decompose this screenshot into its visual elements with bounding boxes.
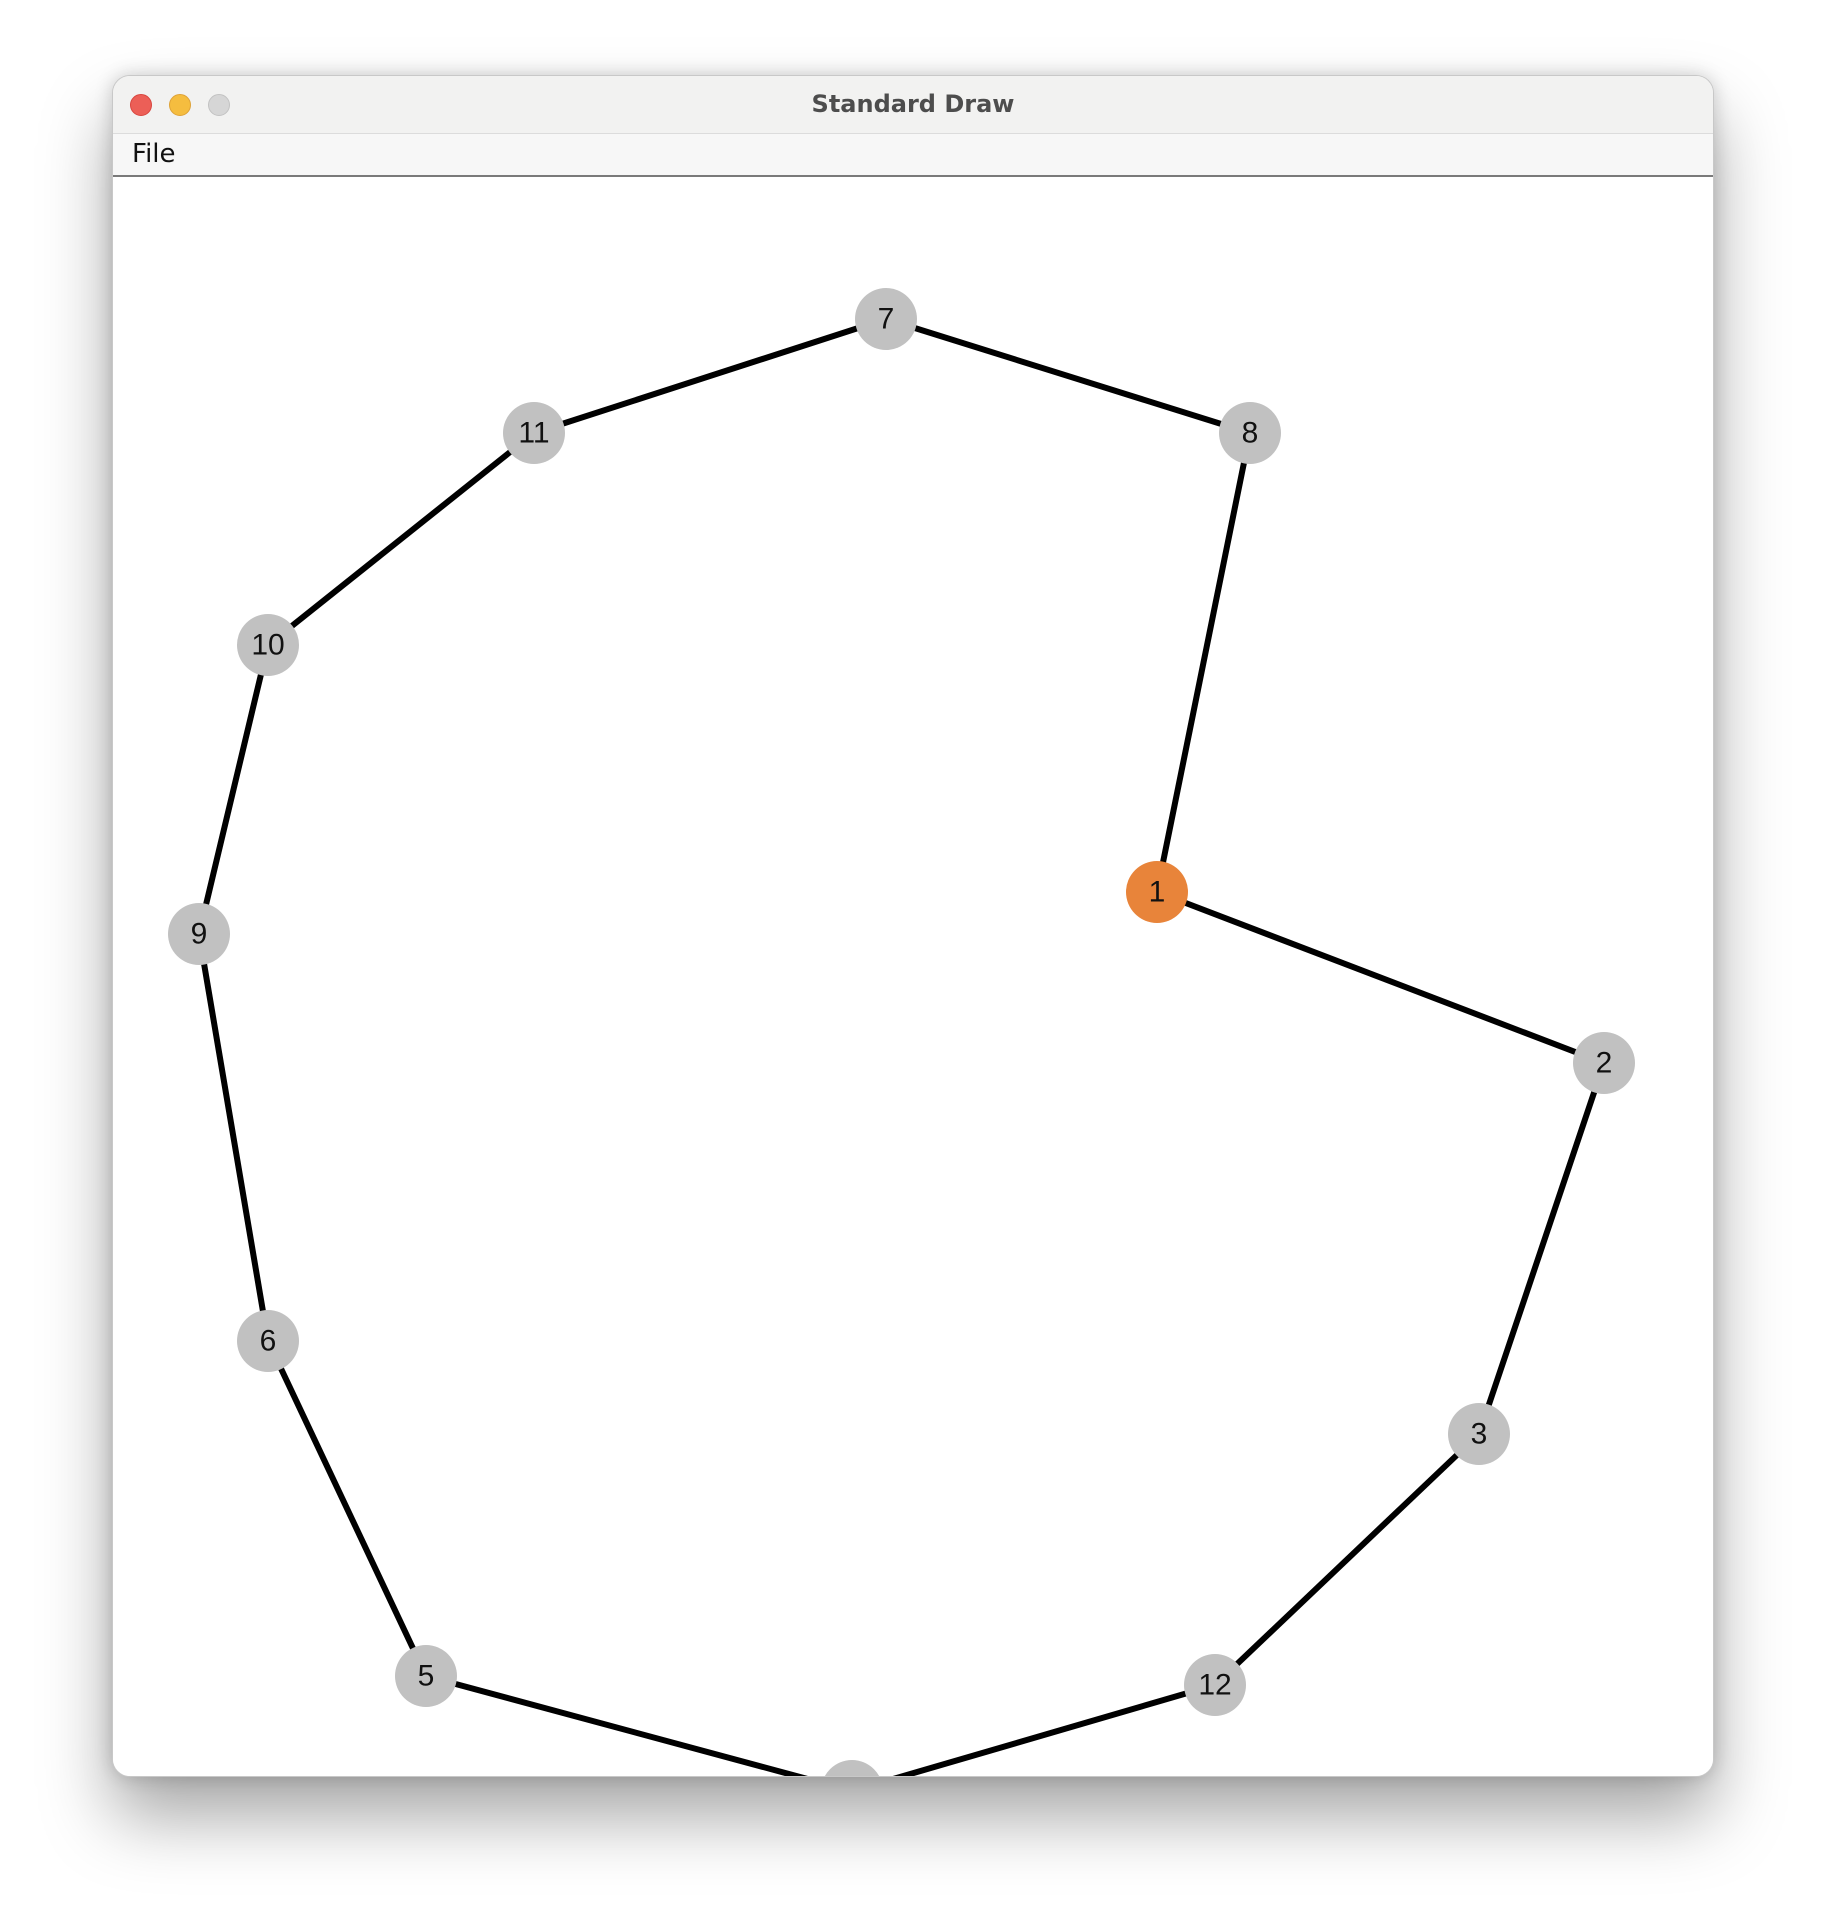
edge-4-5 xyxy=(425,1673,808,1776)
node-label-4: 4 xyxy=(844,1775,861,1777)
node-label-11: 11 xyxy=(518,417,549,450)
standard-draw-window: Standard Draw File 123124569101178 xyxy=(112,75,1714,1777)
graph-node-3: 3 xyxy=(1448,1403,1510,1465)
edge-12-4 xyxy=(892,1682,1216,1776)
node-label-9: 9 xyxy=(191,918,208,951)
graph-node-9: 9 xyxy=(168,903,230,965)
graph-node-5: 5 xyxy=(395,1645,457,1707)
graph-drawing: 123124569101178 xyxy=(168,288,1635,1777)
node-label-7: 7 xyxy=(878,303,895,336)
node-label-12: 12 xyxy=(1198,1669,1231,1702)
node-label-10: 10 xyxy=(251,629,284,662)
graph-node-11: 11 xyxy=(503,402,565,464)
graph-node-4: 4 xyxy=(824,1760,880,1777)
drawing-canvas[interactable]: 123124569101178 xyxy=(113,177,1713,1776)
edge-3-12 xyxy=(1212,1431,1482,1688)
edge-8-1 xyxy=(1154,432,1253,893)
node-label-1: 1 xyxy=(1149,876,1166,909)
node-label-2: 2 xyxy=(1596,1047,1613,1080)
edge-6-9 xyxy=(196,933,271,1342)
menu-file[interactable]: File xyxy=(130,134,178,175)
edge-10-11 xyxy=(266,430,536,648)
graph-node-1: 1 xyxy=(1126,861,1188,923)
menu-bar: File xyxy=(113,134,1713,177)
graph-node-12: 12 xyxy=(1184,1654,1246,1716)
graph-node-10: 10 xyxy=(237,614,299,676)
title-bar[interactable]: Standard Draw xyxy=(113,76,1713,134)
graph-node-6: 6 xyxy=(237,1310,299,1372)
node-label-5: 5 xyxy=(418,1660,435,1693)
graph-node-2: 2 xyxy=(1573,1032,1635,1094)
window-title: Standard Draw xyxy=(811,90,1015,118)
edge-1-2 xyxy=(1155,889,1606,1066)
edge-5-6 xyxy=(265,1339,429,1678)
graph-node-7: 7 xyxy=(855,288,917,350)
node-label-6: 6 xyxy=(260,1325,277,1358)
graph-node-8: 8 xyxy=(1219,402,1281,464)
node-label-8: 8 xyxy=(1242,417,1259,450)
edge-11-7 xyxy=(533,316,887,436)
edge-2-3 xyxy=(1476,1062,1607,1435)
node-label-3: 3 xyxy=(1471,1418,1488,1451)
edge-9-10 xyxy=(196,644,271,935)
edge-7-8 xyxy=(885,316,1251,436)
